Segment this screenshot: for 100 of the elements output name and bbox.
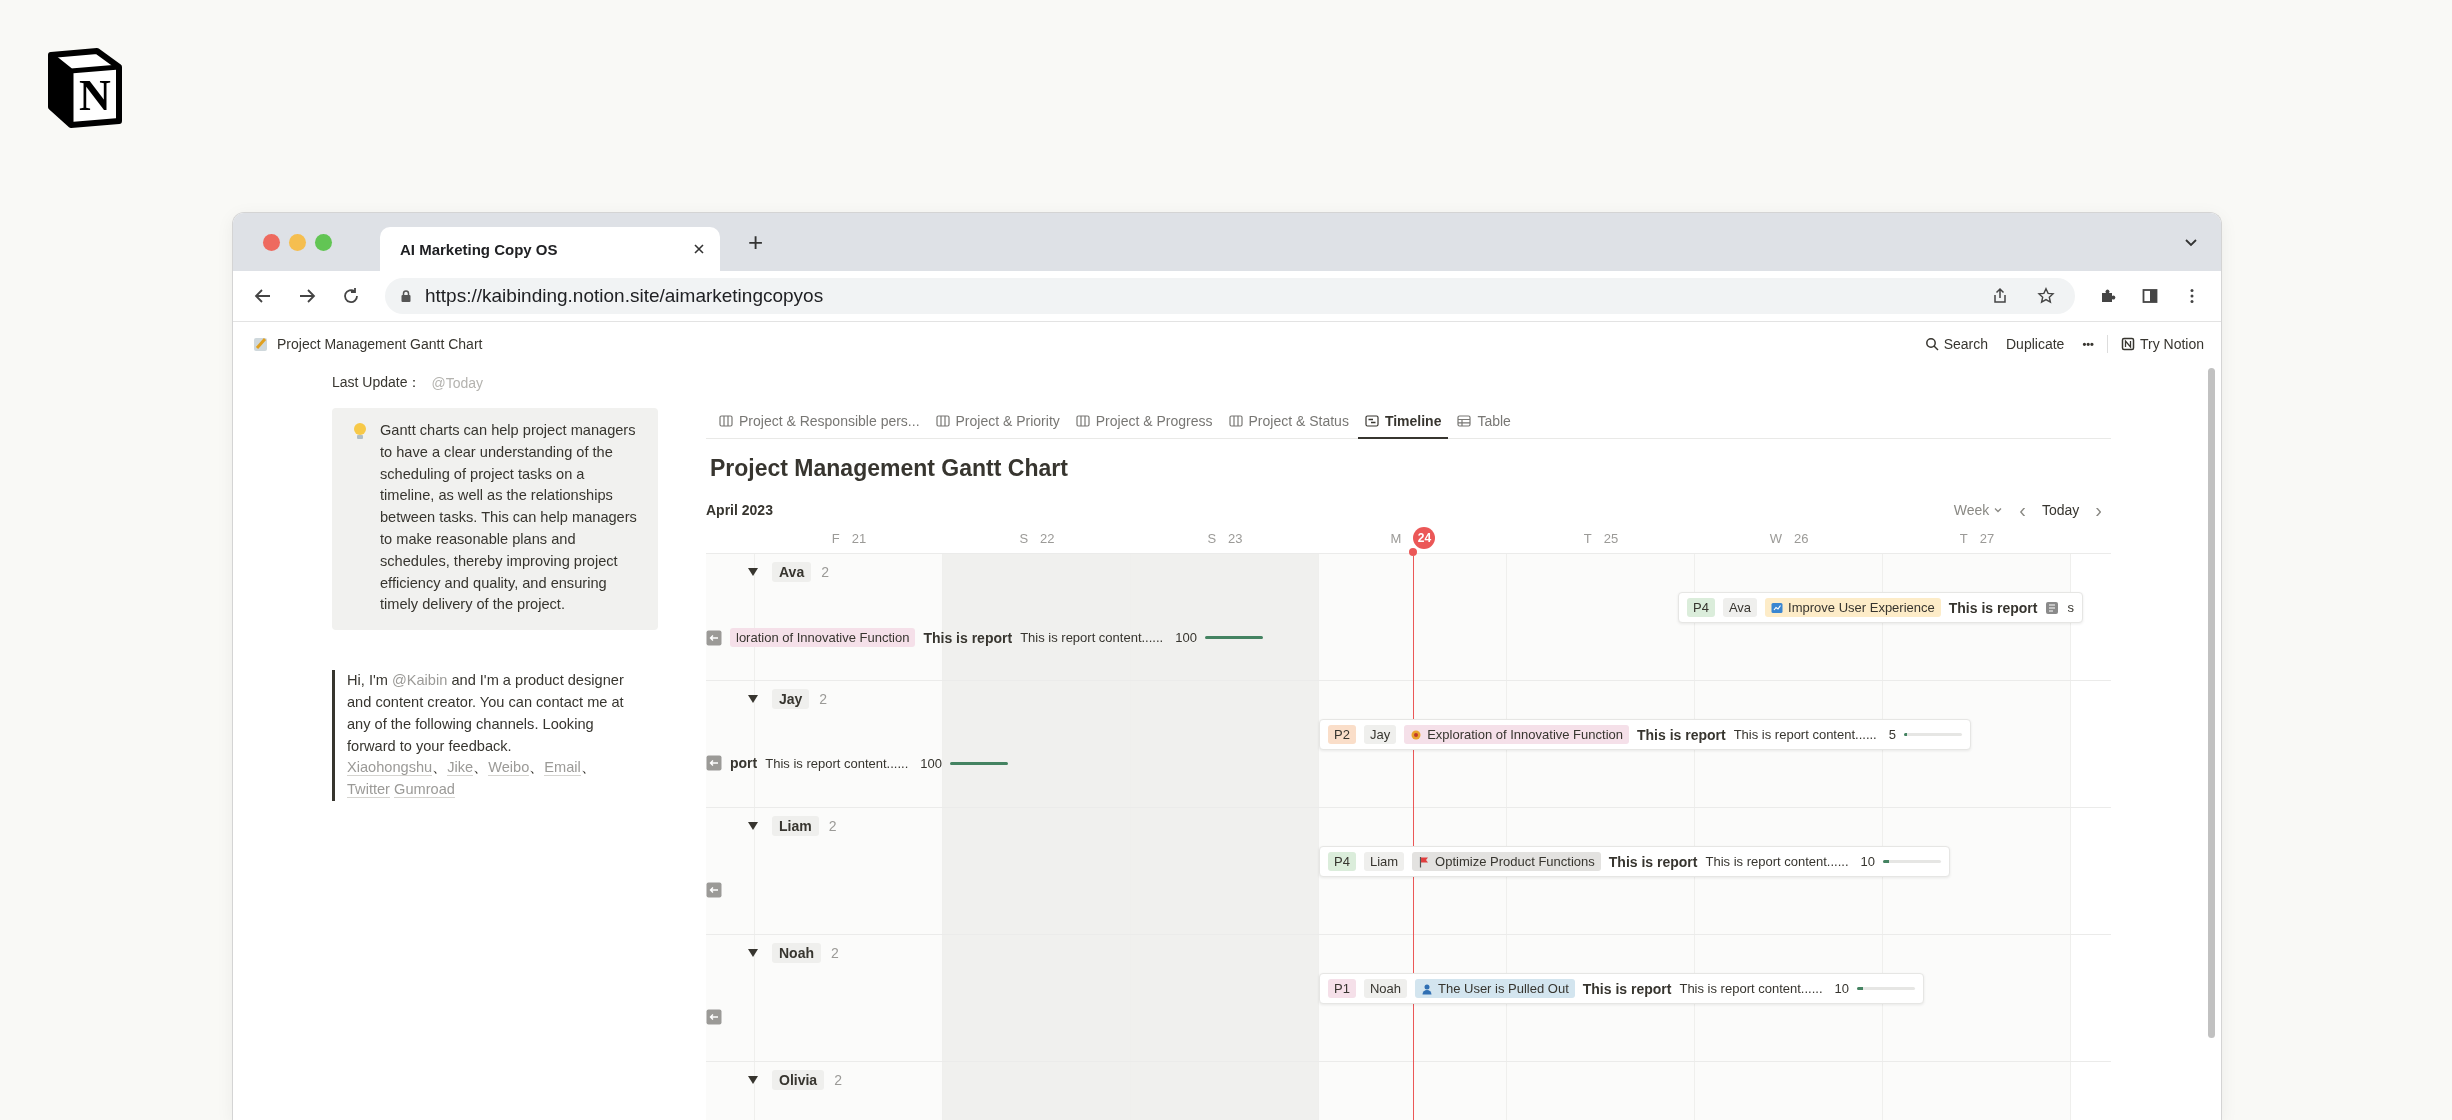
badge-icon [1410,728,1423,741]
view-tab[interactable]: Table [1450,404,1518,439]
weekday-label: S [1207,530,1217,546]
report-title: This is report [1948,599,2038,616]
progress-value: 100 [1175,630,1197,645]
view-tab[interactable]: Timeline [1357,404,1449,439]
puzzle-icon[interactable] [2099,287,2117,305]
toggle-triangle-icon[interactable] [748,1076,758,1084]
scale-dropdown[interactable]: Week [1948,500,2009,520]
board-icon [719,413,733,428]
priority-tag: P4 [1328,852,1356,871]
address-field[interactable]: https://kaibinding.notion.site/aimarketingcopyos [385,278,2075,314]
group-label: Ava [772,562,812,582]
callout-text: Gantt charts can help project managers to have a clear understanding of the scheduling of project tasks on a timeline, as well as the relationships between tasks. This can help managers to make reasonable plans and schedules, thereby improving project efficiency and quality, and ensuring timely delivery of the project. [380,421,638,615]
share-icon[interactable] [1991,287,2009,305]
board-icon [935,413,950,428]
previous-button[interactable]: ‹ [2014,499,2031,521]
next-button[interactable]: › [2090,499,2107,521]
date-label: 21 [851,530,867,546]
cube-icon [2120,337,2135,351]
channel-link[interactable]: Xiaohongshu [347,759,433,777]
side-panel-icon[interactable] [2141,287,2159,305]
breadcrumb-link[interactable]: Project Management Gantt Chart [277,336,483,352]
channel-link[interactable]: Twitter [347,781,390,799]
weekday-label: M [1390,530,1402,546]
timeline-card[interactable]: P2 Jay Exploration of Innovative Function This is report This is report content...... 5 [1319,719,1971,750]
date-label: 26 [1793,530,1809,546]
timeline-icon [1364,413,1379,428]
close-icon[interactable] [692,242,706,256]
group-label: Olivia [772,1070,825,1090]
new-tab-button[interactable]: + [742,227,770,257]
person-tag: Liam [1363,852,1405,871]
try-notion-button[interactable]: Try Notion [2115,333,2209,355]
progress-value: 10 [1860,854,1875,869]
person-icon [1421,982,1433,995]
progress-value: 10 [1834,981,1849,996]
report-content: s [2067,600,2074,615]
view-tab[interactable]: Project & Responsible pers... [712,404,927,439]
toggle-triangle-icon[interactable] [748,949,758,957]
report-content: This is report content...... [1705,854,1849,869]
channel-link[interactable]: Weibo [488,759,530,777]
progress-value: 100 [920,755,942,771]
channel-link[interactable]: Email [544,759,581,777]
report-title: This is report [923,629,1013,646]
person-tag: Jay [1363,725,1397,744]
priority-tag: P2 [1328,725,1356,744]
today-button[interactable]: Today [2036,500,2085,520]
project-tag: Exploration of Innovative Function [1404,725,1629,744]
quote-text: Hi, I'm @Kaibin and I'm a product designer and content creator. You can contact me at any of the following channels. Looking forward to your feedback. Xiaohongshu、Jike、Weibo、Email、 Twitter Gumroad [347,671,625,801]
date-label: 23 [1228,530,1243,546]
toggle-triangle-icon[interactable] [748,568,758,576]
browser-tab[interactable]: AI Marketing Copy OS [380,227,720,271]
more-button[interactable]: ••• [2077,335,2099,353]
logo: N [45,45,125,129]
timeline-card[interactable]: P4 Ava Improve User Experience This is report s [1678,592,2083,623]
group-label: Liam [772,816,819,836]
view-tab[interactable]: Project & Priority [928,404,1067,439]
duplicate-button[interactable]: Duplicate [2001,333,2070,355]
timeline-card[interactable]: P4 Liam Optimize Product Functions This is report This is report content...... 10 [1319,846,1950,877]
toggle-triangle-icon[interactable] [748,695,758,703]
chart-icon [1771,601,1784,614]
month-label: April 2023 [706,502,773,518]
channel-link[interactable]: Jike [447,759,474,777]
board-icon [1228,413,1243,428]
last-update-label: Last Update： [332,374,422,392]
report-title: This is report [1637,726,1726,743]
chevron-down-icon [1993,505,2004,515]
group-count: 2 [834,1072,842,1088]
group-count: 2 [819,691,828,707]
view-tab[interactable]: Project & Status [1221,404,1356,439]
channel-link[interactable]: Gumroad [394,781,455,799]
search-button[interactable]: Search [1919,333,1993,355]
report-title: This is report [1608,853,1698,870]
board-icon [1075,413,1090,428]
report-content: This is report content...... [1733,727,1877,742]
report-content: This is report content...... [765,755,909,771]
table-icon [1457,413,1472,428]
person-tag: Ava [1722,598,1758,617]
star-icon[interactable] [2037,287,2055,305]
date-label: 24 [1413,527,1436,549]
scrollbar[interactable] [2208,368,2215,1038]
lock-icon [399,289,413,303]
priority-tag: P4 [1687,598,1715,617]
date-label: 25 [1603,530,1619,546]
group-label: Jay [772,689,810,709]
progress-value: 5 [1888,727,1896,742]
toggle-triangle-icon[interactable] [748,822,758,830]
report-content: This is report content...... [1020,630,1164,645]
page-title: Project Management Gantt Chart [710,454,1069,483]
group-label: Noah [772,943,821,963]
timeline-card[interactable]: P1 Noah The User is Pulled Out This is report This is report content...... 10 [1319,973,1924,1004]
project-tag: loration of Innovative Function [730,628,916,647]
project-tag: Improve User Experience [1765,598,1941,617]
weekday-label: F [831,530,840,546]
view-tab[interactable]: Project & Progress [1068,404,1220,439]
person-tag: Noah [1363,979,1407,998]
reload-icon[interactable] [341,286,361,306]
weekday-label: W [1769,530,1782,546]
report-title: This is report [1582,980,1672,997]
report-title: port [730,755,758,771]
